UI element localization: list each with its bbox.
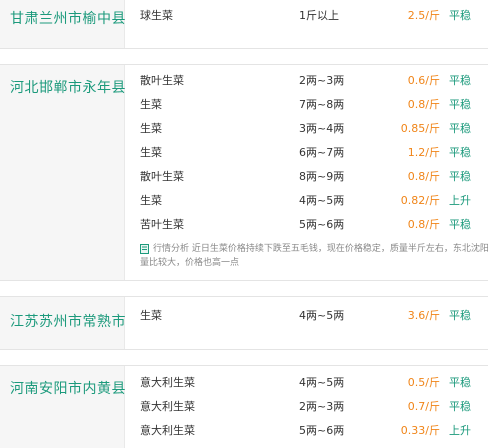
price-row: 生菜 3两~4两 0.85/斤 平稳: [125, 120, 488, 138]
price-trend: 平稳: [449, 376, 471, 389]
product-price: 0.8/斤: [407, 98, 440, 111]
region-link[interactable]: 江苏苏州市常熟市: [10, 311, 126, 331]
price-row: 生菜 6两~7两 1.2/斤 平稳: [125, 144, 488, 162]
region-cell: 河南安阳市内黄县: [0, 366, 126, 448]
product-price: 0.6/斤: [407, 74, 440, 87]
region-cell: 河北邯郸市永年县: [0, 65, 126, 280]
price-row: 生菜 7两~8两 0.8/斤 平稳: [125, 96, 488, 114]
market-group: 江苏苏州市常熟市 生菜 4两~5两 3.6/斤 平稳: [0, 297, 488, 349]
product-spec: 4两~5两: [299, 194, 345, 207]
product-spec: 5两~6两: [299, 424, 345, 437]
price-row: 球生菜 1斤以上 2.5/斤 平稳: [125, 7, 488, 25]
product-price: 0.7/斤: [407, 400, 440, 413]
product-name[interactable]: 生菜: [140, 192, 162, 210]
price-row: 苦叶生菜 5两~6两 0.8/斤 平稳: [125, 216, 488, 234]
product-spec: 2两~3两: [299, 400, 345, 413]
price-list: 球生菜 1斤以上 2.5/斤 平稳: [125, 0, 488, 48]
price-trend: 平稳: [449, 9, 471, 22]
region-link[interactable]: 河南安阳市内黄县: [10, 378, 126, 398]
price-trend: 平稳: [449, 170, 471, 183]
price-list: 意大利生菜 4两~5两 0.5/斤 平稳 意大利生菜 2两~3两 0.7/斤 平…: [125, 366, 488, 448]
price-row: 散叶生菜 8两~9两 0.8/斤 平稳: [125, 168, 488, 186]
product-name[interactable]: 生菜: [140, 144, 162, 162]
product-price: 0.85/斤: [400, 122, 440, 135]
region-link[interactable]: 甘肃兰州市榆中县: [10, 8, 126, 28]
price-trend: 上升: [449, 194, 471, 207]
product-price: 3.6/斤: [407, 309, 440, 322]
product-spec: 8两~9两: [299, 170, 345, 183]
divider: [0, 280, 488, 281]
divider: [0, 48, 488, 49]
product-price: 0.8/斤: [407, 170, 440, 183]
product-spec: 7两~8两: [299, 98, 345, 111]
product-name[interactable]: 意大利生菜: [140, 374, 195, 392]
document-icon: [140, 244, 149, 254]
product-spec: 3两~4两: [299, 122, 345, 135]
product-name[interactable]: 意大利生菜: [140, 422, 195, 440]
market-group: 河南安阳市内黄县 意大利生菜 4两~5两 0.5/斤 平稳 意大利生菜 2两~3…: [0, 366, 488, 448]
product-price: 0.8/斤: [407, 218, 440, 231]
divider: [0, 349, 488, 350]
price-row: 意大利生菜 5两~6两 0.33/斤 上升: [125, 422, 488, 440]
price-trend: 平稳: [449, 309, 471, 322]
product-name[interactable]: 生菜: [140, 120, 162, 138]
price-row: 散叶生菜 2两~3两 0.6/斤 平稳: [125, 72, 488, 90]
product-name[interactable]: 生菜: [140, 307, 162, 325]
price-list: 生菜 4两~5两 3.6/斤 平稳: [125, 297, 488, 349]
product-spec: 4两~5两: [299, 376, 345, 389]
price-row: 生菜 4两~5两 0.82/斤 上升: [125, 192, 488, 210]
price-trend: 平稳: [449, 74, 471, 87]
region-cell: 甘肃兰州市榆中县: [0, 0, 126, 48]
product-name[interactable]: 散叶生菜: [140, 168, 184, 186]
product-spec: 4两~5两: [299, 309, 345, 322]
price-trend: 平稳: [449, 98, 471, 111]
market-analysis: 行情分析 近日生菜价格持续下跌至五毛钱，现在价格稳定，质量半斤左右，东北沈阳，哈…: [140, 242, 488, 272]
price-row: 意大利生菜 2两~3两 0.7/斤 平稳: [125, 398, 488, 416]
product-spec: 5两~6两: [299, 218, 345, 231]
price-trend: 平稳: [449, 400, 471, 413]
product-name[interactable]: 苦叶生菜: [140, 216, 184, 234]
product-price: 0.82/斤: [400, 194, 440, 207]
analysis-text-continued: 量比较大，价格也高一点: [140, 258, 240, 268]
product-name[interactable]: 球生菜: [140, 7, 173, 25]
product-price: 0.33/斤: [400, 424, 440, 437]
product-price: 2.5/斤: [407, 9, 440, 22]
product-spec: 2两~3两: [299, 74, 345, 87]
market-group: 甘肃兰州市榆中县 球生菜 1斤以上 2.5/斤 平稳: [0, 0, 488, 48]
price-row: 生菜 4两~5两 3.6/斤 平稳: [125, 307, 488, 325]
price-trend: 平稳: [449, 146, 471, 159]
product-price: 0.5/斤: [407, 376, 440, 389]
product-name[interactable]: 散叶生菜: [140, 72, 184, 90]
price-trend: 平稳: [449, 122, 471, 135]
price-row: 意大利生菜 4两~5两 0.5/斤 平稳: [125, 374, 488, 392]
region-cell: 江苏苏州市常熟市: [0, 297, 126, 349]
product-name[interactable]: 意大利生菜: [140, 398, 195, 416]
product-spec: 1斤以上: [299, 9, 339, 22]
product-price: 1.2/斤: [407, 146, 440, 159]
price-trend: 上升: [449, 424, 471, 437]
product-spec: 6两~7两: [299, 146, 345, 159]
price-trend: 平稳: [449, 218, 471, 231]
analysis-text: 行情分析 近日生菜价格持续下跌至五毛钱，现在价格稳定，质量半斤左右，东北沈阳，哈…: [153, 244, 488, 254]
region-link[interactable]: 河北邯郸市永年县: [10, 77, 126, 97]
product-name[interactable]: 生菜: [140, 96, 162, 114]
